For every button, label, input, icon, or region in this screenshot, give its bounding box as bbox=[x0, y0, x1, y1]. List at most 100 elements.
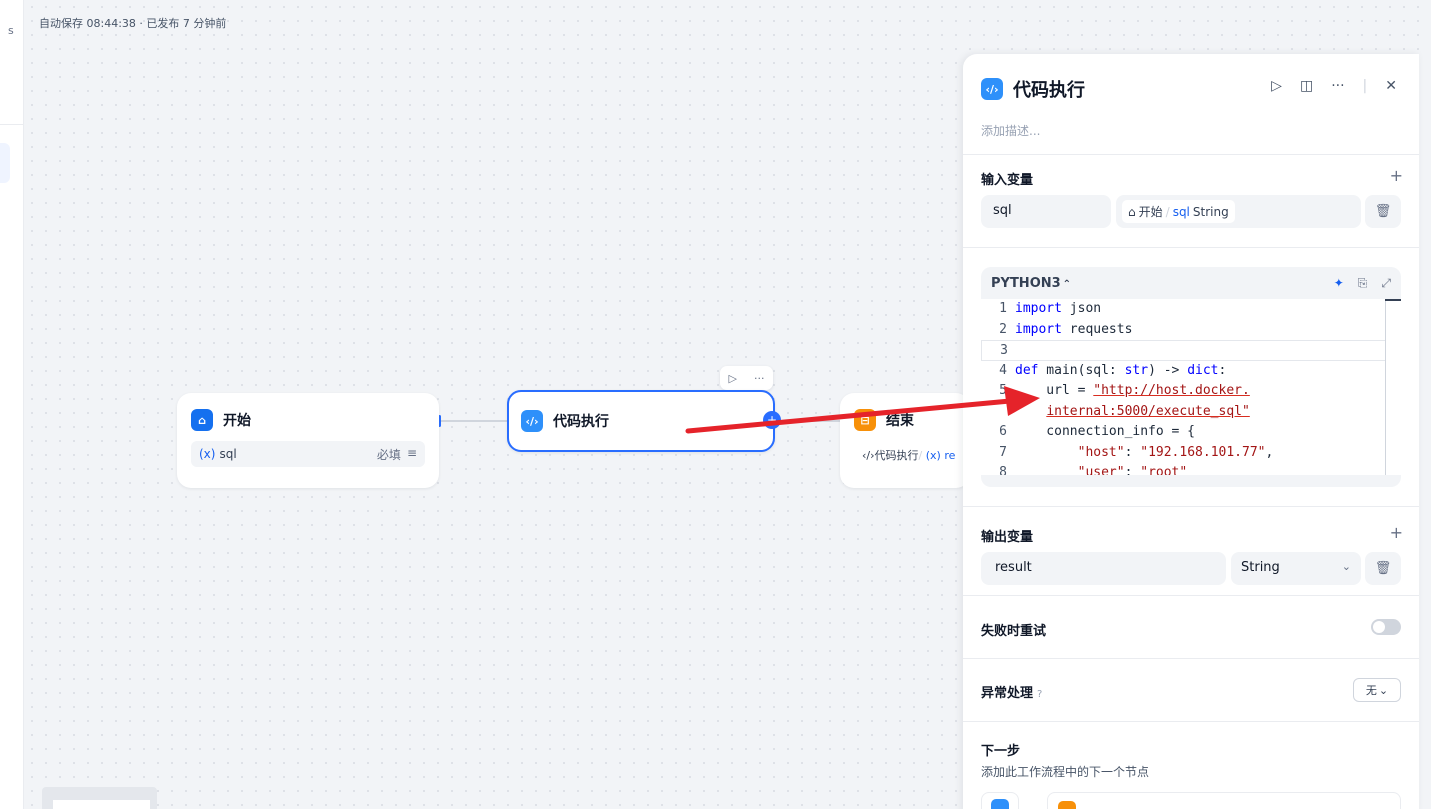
code-icon: ‹/› bbox=[521, 410, 543, 432]
node-config-panel: ‹/› 代码执行 ▷ ◫ ··· | ✕ 添加描述... 输入变量 + sql … bbox=[963, 54, 1419, 809]
rail-divider bbox=[0, 124, 24, 125]
code-node-title: 代码执行 bbox=[553, 414, 609, 430]
delete-input-variable-icon[interactable]: 🗑 bbox=[1365, 195, 1401, 228]
code-token: str bbox=[1124, 362, 1149, 378]
line-number: 6 bbox=[999, 424, 1007, 439]
code-scrollbar[interactable] bbox=[1385, 299, 1401, 475]
code-token: "192.168.101.77" bbox=[1140, 444, 1266, 460]
line-number: 4 bbox=[999, 362, 1007, 378]
code-token: import bbox=[1015, 301, 1062, 316]
more-icon[interactable]: ··· bbox=[754, 372, 765, 385]
run-node-icon[interactable]: ▷ bbox=[729, 372, 737, 385]
code-token: "host" bbox=[1077, 444, 1125, 460]
code-token: def bbox=[1015, 362, 1039, 378]
code-text: internal:5000/execute_sql" bbox=[1015, 402, 1250, 423]
copy-icon[interactable]: ⎘ bbox=[1358, 276, 1368, 291]
code-line[interactable]: 6 connection_info = { bbox=[981, 422, 1401, 443]
divider bbox=[963, 721, 1419, 722]
divider bbox=[963, 658, 1419, 659]
code-token: json bbox=[1061, 301, 1102, 316]
code-line[interactable]: 7 "host": "192.168.101.77", bbox=[981, 443, 1401, 464]
code-line[interactable]: 4 def main(sql: str) -> dict: bbox=[981, 361, 1401, 382]
code-line[interactable]: internal:5000/execute_sql" bbox=[981, 402, 1401, 423]
minimap-viewport[interactable] bbox=[53, 800, 150, 809]
code-token: "user" bbox=[1077, 465, 1125, 475]
error-handling-value: 无 bbox=[1365, 684, 1377, 697]
code-text: "user": "root" bbox=[1015, 463, 1188, 475]
end-node[interactable]: ⊟ 结束 ‹/›代码执行/ (x) re bbox=[840, 393, 970, 488]
start-variable-name: sql bbox=[219, 447, 237, 461]
input-variable-reference[interactable]: ⌂ 开始 / sql String bbox=[1116, 195, 1361, 228]
add-output-variable-button[interactable]: + bbox=[1390, 523, 1403, 542]
language-selector[interactable]: PYTHON3 ⌃ bbox=[991, 276, 1071, 291]
help-icon[interactable]: ? bbox=[1037, 689, 1042, 700]
code-line[interactable]: 2 import requests bbox=[981, 320, 1401, 341]
ref-variable: sql bbox=[1172, 204, 1190, 219]
end-variable-ref: ‹/›代码执行/ (x) re bbox=[862, 447, 968, 463]
ref-separator: / bbox=[1165, 204, 1170, 219]
code-text: "host": "192.168.101.77", bbox=[1015, 443, 1274, 464]
panel-title[interactable]: 代码执行 bbox=[1013, 76, 1085, 102]
code-token: url = bbox=[1015, 383, 1094, 398]
code-ref-icon: ‹/› bbox=[862, 449, 875, 462]
output-variable-name[interactable]: result bbox=[981, 552, 1226, 585]
line-number: 5 bbox=[999, 383, 1007, 398]
end-ref-var: (x) re bbox=[925, 449, 956, 462]
error-handling-title: 异常处理? bbox=[981, 686, 1043, 701]
code-token: : bbox=[1124, 444, 1141, 460]
code-token: : bbox=[1218, 362, 1227, 378]
code-token: main(sql: bbox=[1038, 362, 1125, 378]
end-ref-separator: / bbox=[918, 449, 923, 462]
run-icon[interactable]: ▷ bbox=[1271, 78, 1282, 94]
retry-toggle[interactable] bbox=[1371, 619, 1401, 635]
line-number: 3 bbox=[1000, 343, 1008, 358]
split-view-icon[interactable]: ◫ bbox=[1300, 78, 1313, 94]
close-icon[interactable]: ✕ bbox=[1385, 78, 1397, 94]
input-variable-name[interactable]: sql bbox=[981, 195, 1111, 228]
line-number: 2 bbox=[999, 321, 1007, 337]
chevron-updown-icon: ⌃ bbox=[1062, 278, 1072, 290]
ai-generate-icon[interactable]: ✦ bbox=[1334, 276, 1344, 291]
rail-active-item[interactable] bbox=[0, 143, 10, 183]
code-line[interactable]: 5 url = "http://host.docker. bbox=[981, 381, 1401, 402]
ref-node-name: 开始 bbox=[1138, 205, 1163, 219]
add-next-node-button[interactable]: + bbox=[763, 411, 781, 429]
ref-type: String bbox=[1192, 204, 1229, 219]
start-node[interactable]: ⌂ 开始 (x) sql 必填 ≡ bbox=[177, 393, 439, 488]
code-icon: ‹/› bbox=[981, 78, 1003, 100]
code-text: import requests bbox=[1015, 320, 1132, 341]
code-node[interactable]: ‹/› 代码执行 bbox=[507, 390, 775, 452]
next-node-card[interactable] bbox=[1047, 792, 1401, 809]
node-toolbar: ▷ ··· bbox=[720, 366, 773, 390]
code-text-area[interactable]: 1 import json 2 import requests 3 4 def main(s… bbox=[981, 299, 1401, 475]
code-token: requests bbox=[1061, 321, 1133, 337]
output-type-value: String bbox=[1241, 560, 1280, 575]
variable-icon: (x) bbox=[199, 447, 216, 461]
left-rail: s bbox=[0, 0, 24, 809]
input-variables-title: 输入变量 bbox=[981, 173, 1034, 188]
code-line[interactable]: 8 "user": "root" bbox=[981, 463, 1401, 475]
divider bbox=[963, 506, 1419, 507]
current-node-icon bbox=[981, 792, 1019, 809]
add-input-variable-button[interactable]: + bbox=[1390, 166, 1403, 185]
expand-icon[interactable]: ⤢ bbox=[1381, 276, 1391, 291]
code-editor: PYTHON3 ⌃ ✦ ⎘ ⤢ 1 import json 2 import reque… bbox=[981, 267, 1401, 487]
edge-code-end bbox=[775, 420, 841, 422]
code-line[interactable]: 3 bbox=[981, 340, 1401, 361]
code-token: : bbox=[1124, 465, 1141, 475]
delete-output-variable-icon[interactable]: 🗑 bbox=[1365, 552, 1401, 585]
code-token: , bbox=[1265, 444, 1274, 460]
more-icon[interactable]: ··· bbox=[1331, 78, 1344, 94]
next-step-description: 添加此工作流程中的下一个节点 bbox=[981, 765, 1150, 779]
output-variable-type-select[interactable]: String ⌄ bbox=[1231, 552, 1361, 585]
description-input[interactable]: 添加描述... bbox=[981, 122, 1040, 139]
error-handling-select[interactable]: 无 ⌄ bbox=[1353, 678, 1401, 702]
next-step-title: 下一步 bbox=[981, 744, 1021, 759]
code-line[interactable]: 1 import json bbox=[981, 299, 1401, 320]
line-number bbox=[981, 402, 1015, 423]
divider bbox=[963, 595, 1419, 596]
end-node-title: 结束 bbox=[886, 413, 914, 429]
